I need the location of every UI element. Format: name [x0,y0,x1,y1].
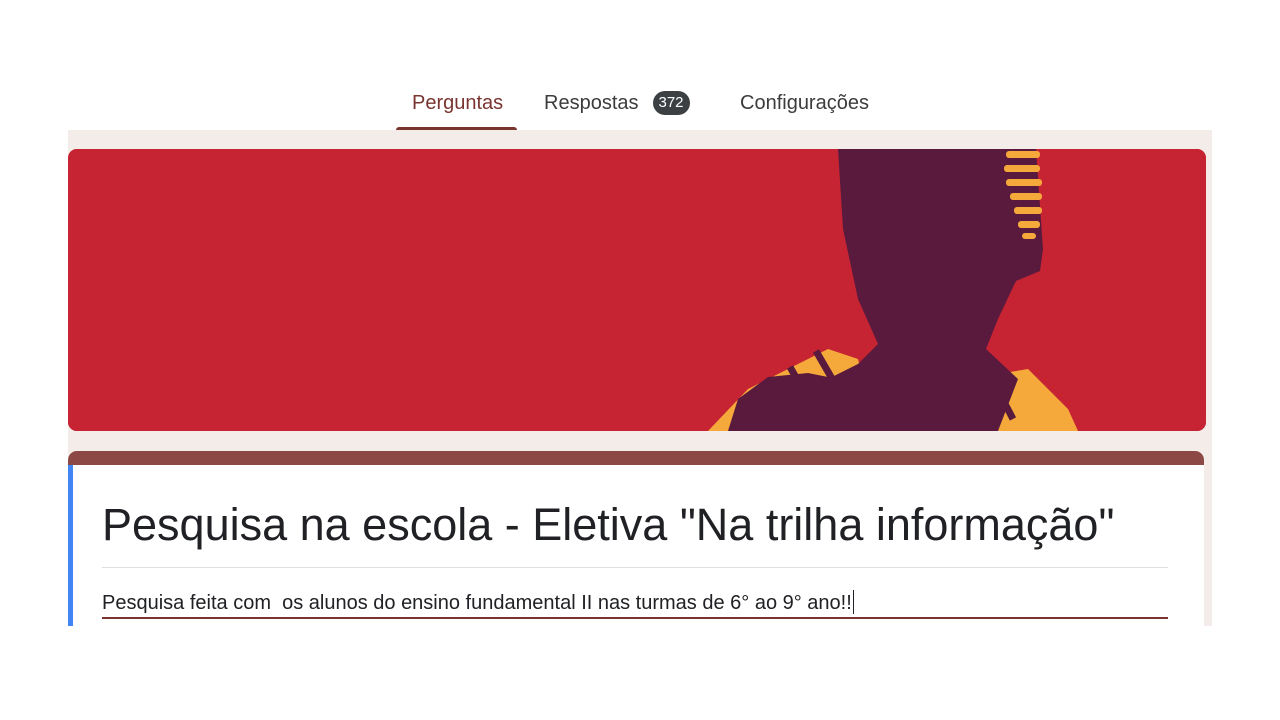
tab-questions-label: Perguntas [412,92,504,114]
tab-settings-label: Configurações [740,92,869,114]
banner-illustration [68,149,1206,431]
card-focus-indicator [68,465,73,626]
tab-responses-label: Respostas [544,92,639,114]
description-underline [102,617,1168,619]
form-title[interactable]: Pesquisa na escola - Eletiva "Na trilha … [102,495,1168,555]
form-header-card[interactable]: Pesquisa na escola - Eletiva "Na trilha … [68,451,1204,626]
text-cursor [852,590,855,614]
card-accent-bar [68,451,1204,465]
form-tabs: Perguntas Respostas 372 Configurações [0,0,1280,130]
tab-responses[interactable]: Respostas 372 [544,88,690,130]
tab-questions[interactable]: Perguntas [396,88,518,130]
tab-settings[interactable]: Configurações [740,88,869,130]
form-description-input[interactable]: Pesquisa feita com os alunos do ensino f… [102,589,855,617]
responses-count-badge: 372 [652,91,690,115]
title-divider [102,567,1168,568]
form-description-text: Pesquisa feita com os alunos do ensino f… [102,592,852,614]
form-editor-canvas: Pesquisa na escola - Eletiva "Na trilha … [68,130,1212,626]
header-banner-image [68,149,1206,431]
